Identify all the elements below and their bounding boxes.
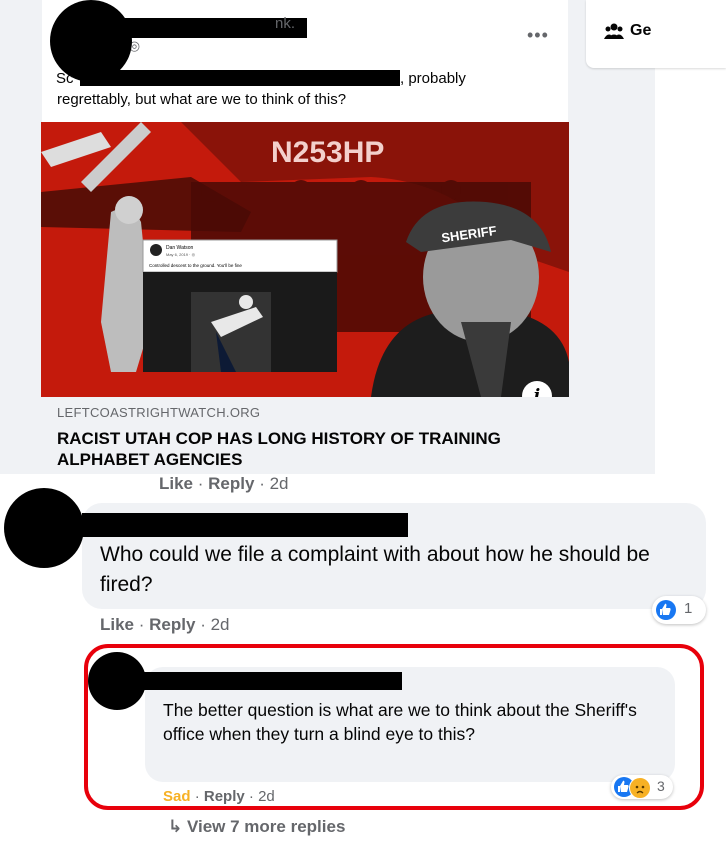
embedded-author: Dan Watson — [166, 245, 194, 251]
sad-reaction-icon — [629, 777, 651, 799]
view-more-replies-link[interactable]: ↳ View 7 more replies — [168, 817, 345, 837]
post-text-fragment: Sc — [56, 70, 74, 87]
like-link[interactable]: Like — [100, 615, 134, 634]
embedded-date: May 6, 2019 · ◎ — [166, 252, 196, 257]
redaction-bar — [140, 672, 402, 690]
comment-timestamp[interactable]: 2d — [270, 474, 289, 493]
post-text-line2: regrettably, but what are we to think of… — [57, 91, 347, 108]
group-icon — [604, 23, 624, 39]
commenter-avatar-redacted[interactable] — [4, 488, 84, 568]
reply-timestamp[interactable]: 2d — [258, 788, 275, 805]
link-domain: LEFTCOASTRIGHTWATCH.ORG — [57, 405, 261, 420]
embedded-text: Controlled descent to the ground. You'll… — [149, 263, 242, 268]
post-options-button[interactable]: ••• — [527, 25, 549, 46]
reply-text: The better question is what are we to th… — [163, 700, 637, 744]
groups-label: Ge — [630, 22, 652, 39]
comment-timestamp[interactable]: 2d — [211, 615, 230, 634]
post-comment-actions: Like · Reply · 2d — [159, 474, 289, 493]
reply-link[interactable]: Reply — [149, 615, 195, 634]
helicopter-tail-number: N253HP — [271, 136, 384, 169]
comment-reactions[interactable]: 1 — [652, 596, 706, 624]
like-link[interactable]: Like — [159, 474, 193, 493]
reply-link[interactable]: Reply — [208, 474, 254, 493]
comment-actions: Like · Reply · 2d — [100, 615, 230, 634]
post-header-text: nk. — [275, 15, 296, 32]
reply-reactions[interactable]: 3 — [611, 775, 673, 799]
post-text-line1: , probably — [400, 70, 466, 87]
like-reaction-icon — [656, 600, 676, 620]
article-collage: N253HP Dan Watson May 6, 2019 · ◎ Contro… — [41, 122, 569, 397]
reaction-count: 3 — [657, 778, 665, 794]
redaction-bar — [82, 513, 408, 537]
sad-reaction-link[interactable]: Sad — [163, 788, 191, 805]
reply-actions: Sad · Reply · 2d — [163, 788, 275, 805]
reaction-count: 1 — [684, 600, 693, 617]
link-preview-image[interactable]: N253HP Dan Watson May 6, 2019 · ◎ Contro… — [41, 122, 569, 397]
link-title[interactable]: RACIST UTAH COP HAS LONG HISTORY OF TRAI… — [57, 428, 557, 470]
replier-avatar-redacted[interactable] — [88, 652, 146, 710]
reply-link[interactable]: Reply — [204, 788, 245, 805]
redaction-bar — [80, 70, 400, 86]
comment-text: Who could we file a complaint with about… — [100, 543, 650, 596]
groups-shortcut-card[interactable]: Ge — [586, 0, 726, 68]
